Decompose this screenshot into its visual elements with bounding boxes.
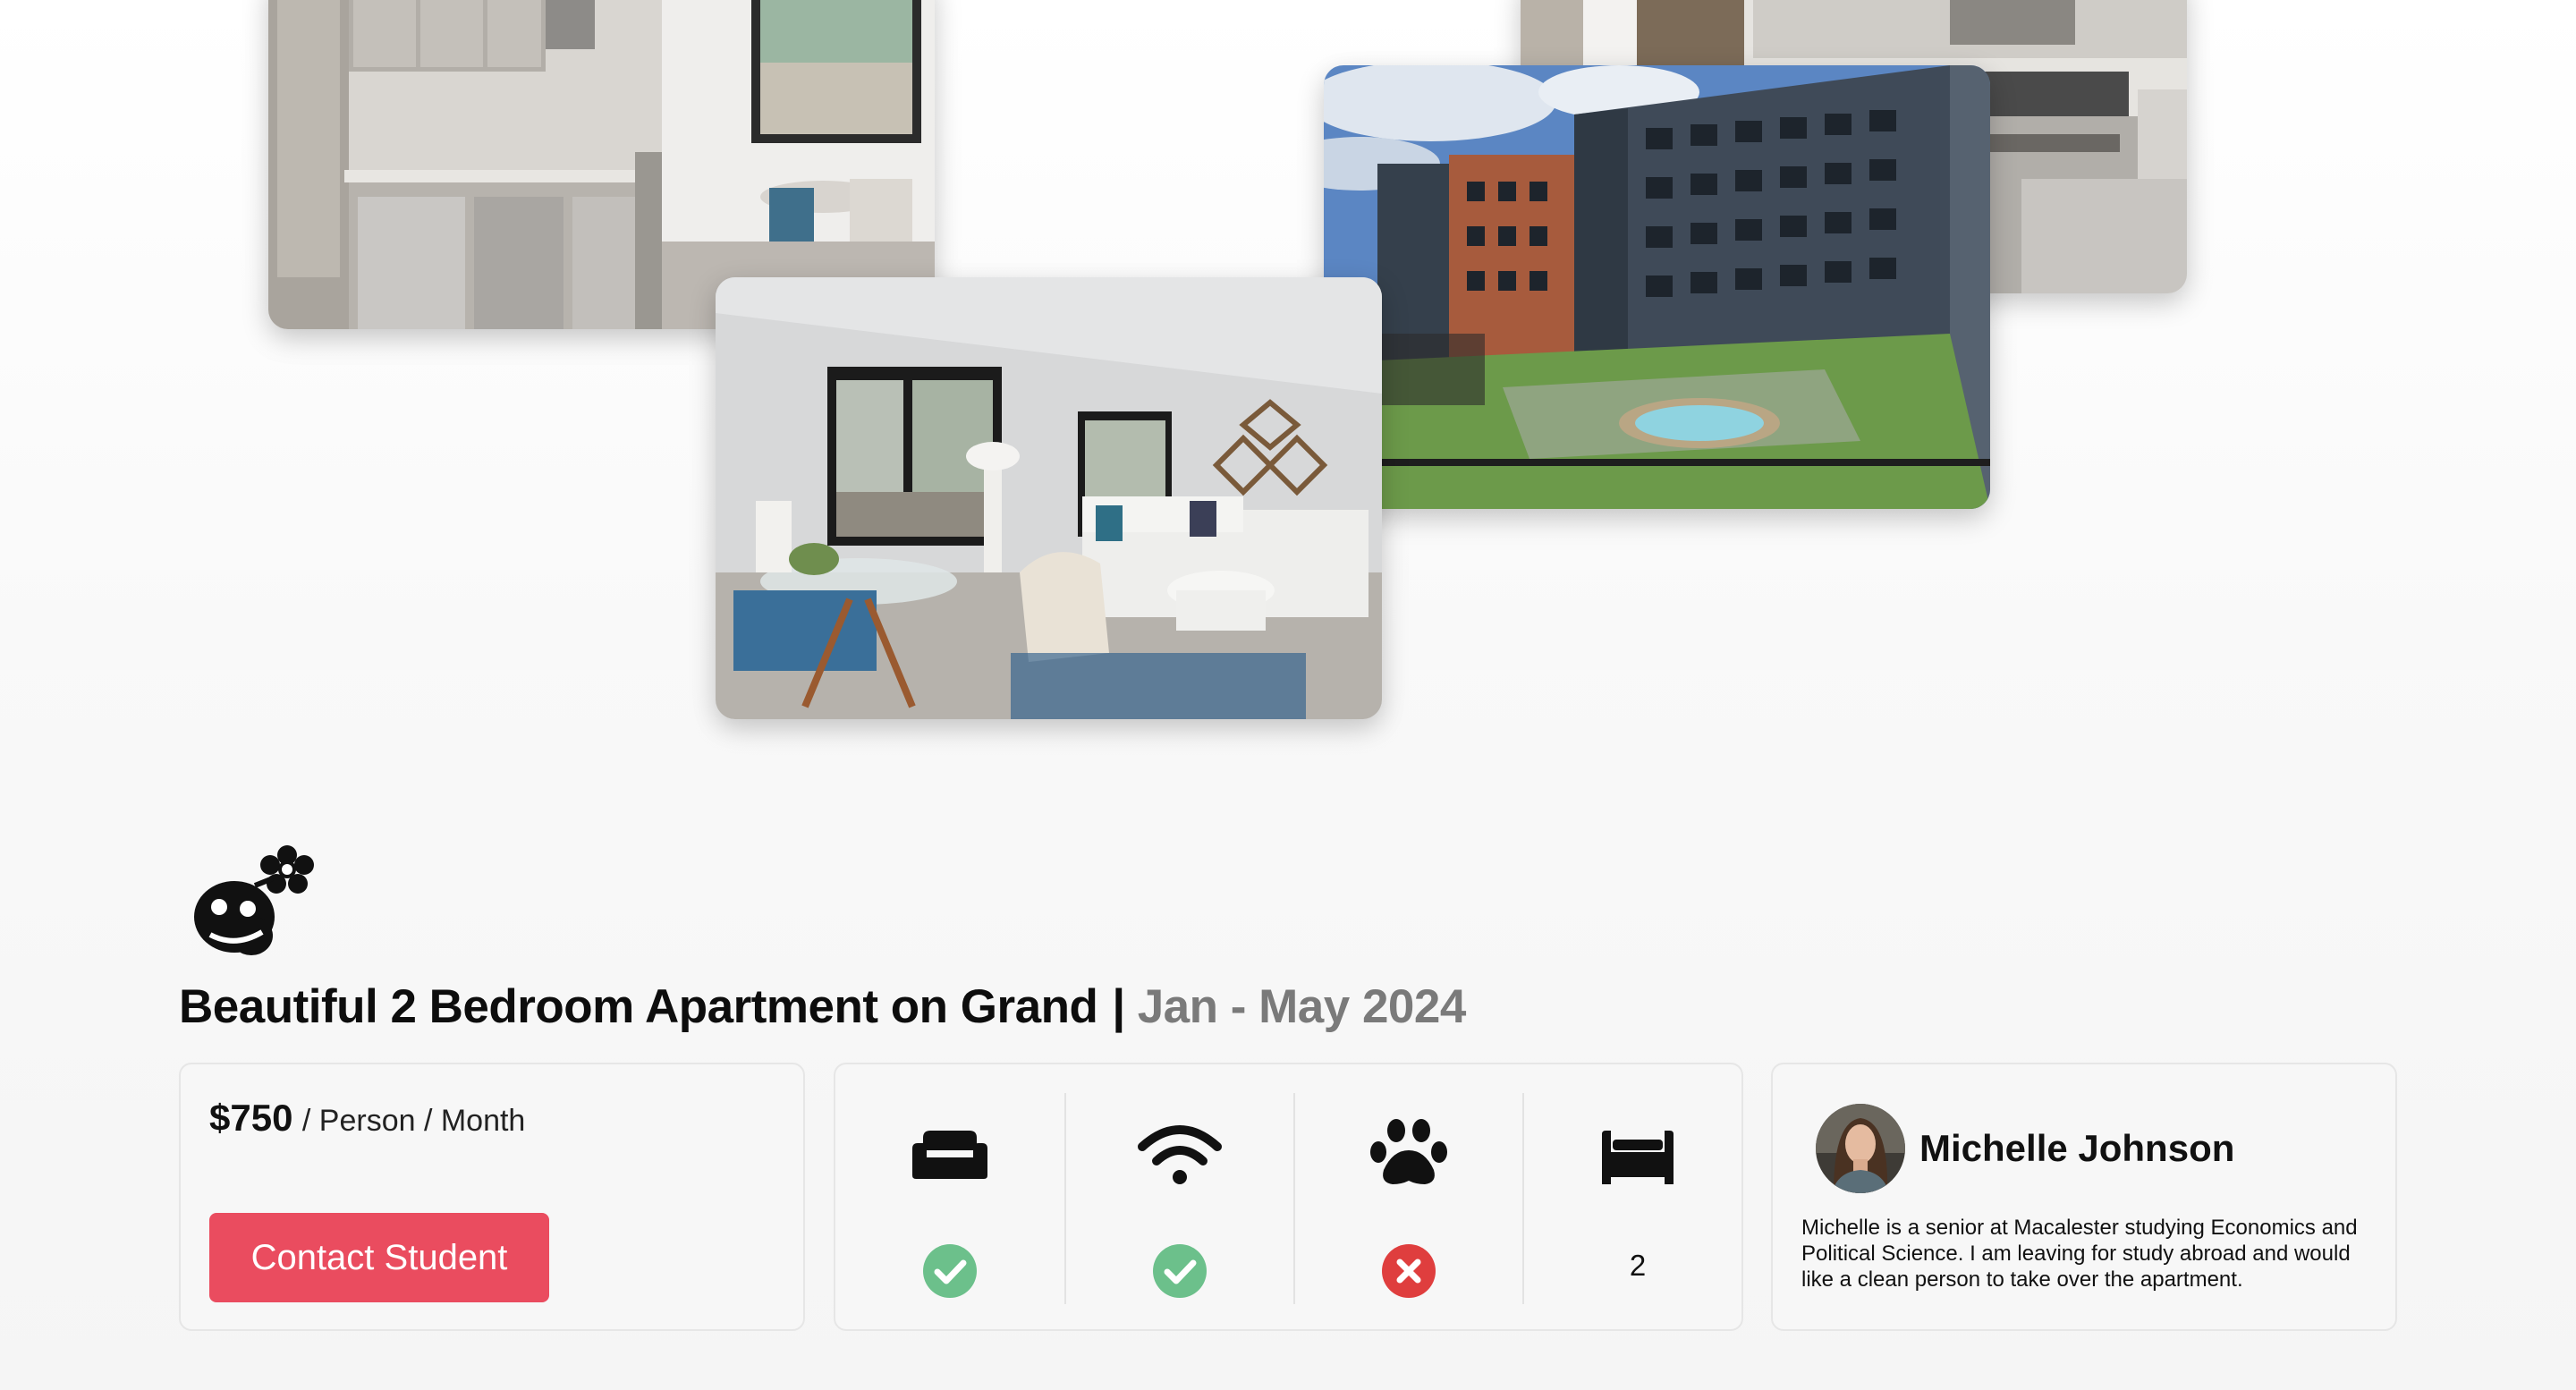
- owner-bio: Michelle is a senior at Macalester study…: [1801, 1216, 2358, 1292]
- building-courtyard-photo[interactable]: [1324, 65, 1990, 509]
- check-icon: [923, 1244, 977, 1298]
- listing-dates: Jan - May 2024: [1137, 979, 1467, 1033]
- title-separator: |: [1112, 979, 1125, 1033]
- price-card: $750 / Person / Month Contact Student: [179, 1063, 805, 1331]
- listing-page: Beautiful 2 Bedroom Apartment on Grand |…: [0, 0, 2576, 1390]
- owner-name: Michelle Johnson: [1919, 1127, 2235, 1169]
- check-icon: [1153, 1244, 1207, 1298]
- listing-title: Beautiful 2 Bedroom Apartment on Grand: [179, 979, 1098, 1033]
- site-logo[interactable]: [183, 832, 318, 957]
- listing-title-row: Beautiful 2 Bedroom Apartment on Grand |…: [179, 975, 1466, 1038]
- contact-student-button[interactable]: Contact Student: [209, 1213, 549, 1302]
- amenity-furnished: [835, 1093, 1064, 1304]
- price-unit: / Person / Month: [301, 1104, 526, 1138]
- cross-icon: [1382, 1244, 1436, 1298]
- avatar[interactable]: [1816, 1104, 1905, 1193]
- paw-icon: [1370, 1119, 1447, 1184]
- amenity-beds: 2: [1522, 1093, 1751, 1304]
- price-line: $750 / Person / Month: [209, 1097, 525, 1140]
- owner-card: Michelle Johnson Michelle is a senior at…: [1771, 1063, 2397, 1331]
- amenity-wifi: [1064, 1093, 1293, 1304]
- wifi-icon: [1138, 1125, 1222, 1184]
- amenity-pets: [1293, 1093, 1522, 1304]
- price-amount: $750: [209, 1097, 293, 1139]
- amenities-card: 2: [834, 1063, 1743, 1331]
- couch-icon: [912, 1131, 987, 1179]
- bed-icon: [1602, 1131, 1674, 1184]
- living-room-photo[interactable]: [716, 277, 1382, 719]
- bed-count: 2: [1629, 1249, 1647, 1282]
